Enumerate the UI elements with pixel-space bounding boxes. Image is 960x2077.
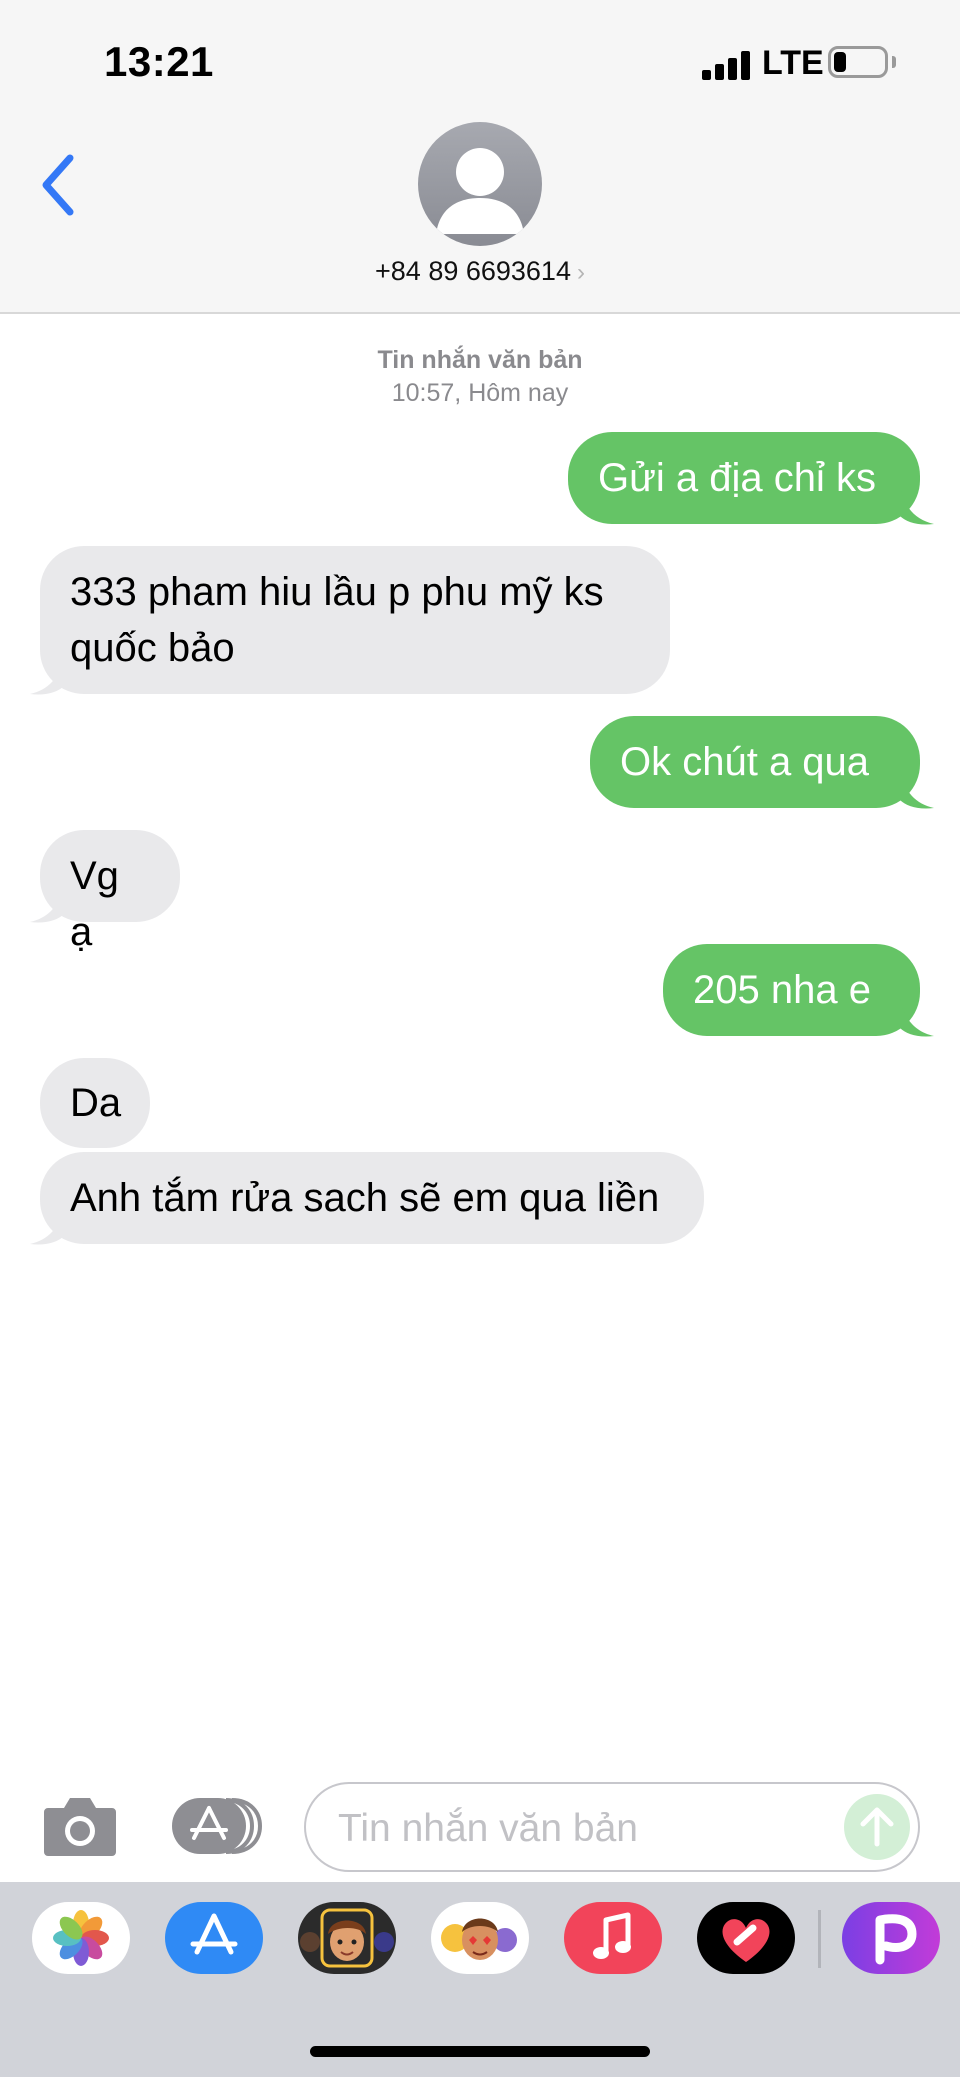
animoji-stickers-icon (441, 1918, 517, 1960)
message-text: Vg ạ (70, 854, 119, 954)
message-text: 205 nha e (693, 968, 871, 1012)
music-icon (593, 1912, 631, 1959)
chevron-left-icon (42, 154, 74, 216)
message-timestamp: Tin nhắn văn bản 10:57, Hôm nay (0, 344, 960, 410)
photos-icon (53, 1910, 109, 1966)
camera-button[interactable] (42, 1794, 118, 1858)
send-button[interactable] (844, 1794, 910, 1860)
message-text: Anh tắm rửa sach sẽ em qua liền (70, 1176, 660, 1220)
timestamp-label: Tin nhắn văn bản (377, 346, 583, 374)
app-store-app[interactable] (165, 1902, 263, 1974)
chevron-right-icon: › (576, 259, 585, 286)
bubble-tail (900, 486, 934, 525)
drawer-divider (818, 1910, 821, 1968)
music-app[interactable] (564, 1902, 662, 1974)
sent-message[interactable]: Gửi a địa chỉ ks (568, 432, 920, 524)
battery-level (834, 52, 846, 72)
contact-name[interactable]: +84 89 6693614 › (0, 256, 960, 287)
bubble-tail (900, 770, 934, 809)
person-silhouette-icon (436, 148, 524, 234)
message-compose-field[interactable] (304, 1782, 920, 1872)
bubble-tail (900, 998, 934, 1037)
app-store-icon (190, 1913, 238, 1955)
arrow-up-icon (860, 1807, 894, 1847)
animoji-stickers-app[interactable] (431, 1902, 529, 1974)
home-indicator (310, 2046, 650, 2057)
message-text: Ok chút a qua (620, 740, 870, 784)
back-button[interactable] (36, 150, 80, 220)
message-input[interactable] (336, 1800, 810, 1858)
received-message[interactable]: Da (40, 1058, 150, 1148)
message-text: Gửi a địa chỉ ks (598, 456, 876, 500)
camera-icon (44, 1798, 116, 1856)
contact-number: +84 89 6693614 (375, 256, 571, 286)
picsart-icon (875, 1914, 917, 1965)
sent-message[interactable]: 205 nha e (663, 944, 920, 1036)
digital-touch-icon (722, 1919, 770, 1962)
bubble-tail (30, 884, 64, 923)
network-type: LTE (762, 44, 824, 82)
app-drawer (0, 1882, 960, 2077)
photos-app[interactable] (32, 1902, 130, 1974)
digital-touch-app[interactable] (697, 1902, 795, 1974)
conversation-header: 13:21 LTE +84 89 6693614 › (0, 0, 960, 314)
status-time: 13:21 (104, 38, 214, 85)
message-text-line: 333 pham hiu lầu p phu mỹ ks (70, 570, 604, 614)
memoji-app[interactable] (298, 1902, 396, 1974)
contact-avatar[interactable] (418, 122, 542, 246)
message-text-line: quốc bảo (70, 626, 235, 670)
memoji-icon (300, 1908, 394, 1968)
timestamp-time: 10:57, Hôm nay (391, 379, 569, 407)
app-store-icon (172, 1798, 263, 1854)
received-message[interactable]: 333 pham hiu lầu p phu mỹ ks quốc bảo (40, 546, 670, 694)
bubble-tail (30, 1206, 64, 1245)
bubble-tail (30, 656, 64, 695)
picsart-app[interactable] (842, 1902, 940, 1974)
cellular-signal-icon (702, 50, 752, 80)
received-message[interactable]: Anh tắm rửa sach sẽ em qua liền (40, 1152, 704, 1244)
message-text: Da (70, 1081, 122, 1125)
battery-nub (892, 56, 896, 68)
battery-icon (828, 46, 888, 78)
sent-message[interactable]: Ok chút a qua (590, 716, 920, 808)
app-store-button[interactable] (170, 1796, 266, 1856)
